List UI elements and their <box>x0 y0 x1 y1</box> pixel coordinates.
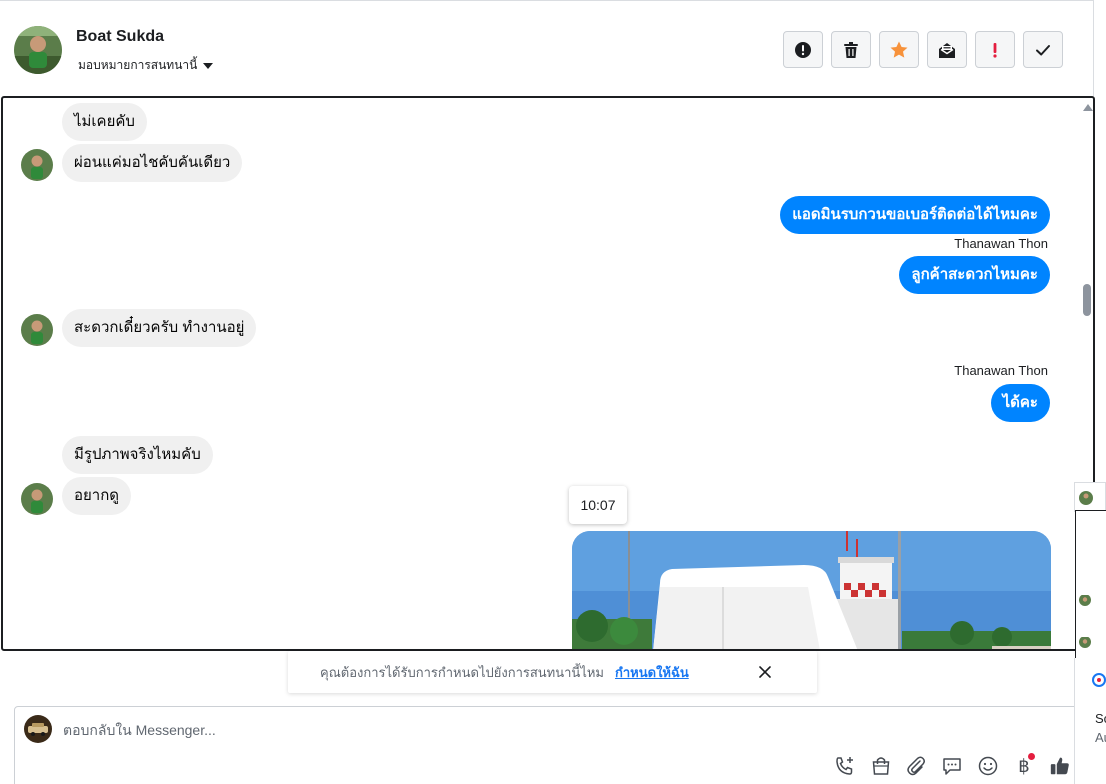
incoming-message[interactable]: ผ่อนแค่มอไชคับคันเดียว <box>62 144 243 182</box>
star-icon <box>890 41 908 58</box>
side-popup-header[interactable] <box>1074 482 1106 512</box>
mark-done-button[interactable] <box>1023 31 1063 68</box>
reply-input[interactable] <box>63 719 763 741</box>
sender-name: Thanawan Thon <box>954 363 1048 378</box>
incoming-message[interactable]: สะดวกเดี๋ยวครับ ทำงานอยู่ <box>62 309 257 347</box>
brand-logo-icon <box>1092 673 1106 687</box>
trash-icon <box>844 41 858 58</box>
side-popup-avatar <box>1079 636 1091 648</box>
smiley-icon <box>978 756 998 776</box>
outgoing-message[interactable]: ได้คะ <box>990 384 1050 422</box>
thumbs-up-icon <box>1050 757 1069 775</box>
exclamation-icon <box>993 42 997 58</box>
outgoing-message[interactable]: แอดมินรบกวนขอเบอร์ติดต่อได้ไหมคะ <box>780 196 1050 234</box>
chat-bubble-icon <box>943 758 961 775</box>
mark-spam-button[interactable] <box>975 31 1015 68</box>
side-popup-text: Au <box>1095 730 1106 745</box>
photo-attachment[interactable] <box>572 531 1051 649</box>
phone-plus-icon <box>836 757 853 775</box>
contact-message-avatar <box>21 149 53 181</box>
alert-circle-icon <box>795 41 811 58</box>
envelope-icon <box>939 42 955 58</box>
header-right-divider <box>1093 0 1094 96</box>
incoming-message[interactable]: ไม่เคยคับ <box>62 103 147 141</box>
close-banner-button[interactable] <box>756 663 774 681</box>
scrollbar-thumb[interactable] <box>1083 284 1091 316</box>
saved-replies-button[interactable] <box>941 755 963 777</box>
shop-button[interactable] <box>870 755 892 777</box>
paperclip-icon <box>907 756 925 776</box>
close-icon <box>759 666 771 678</box>
assign-prompt-banner: คุณต้องการได้รับการกำหนดไปยังการสนทนานี้… <box>288 651 817 693</box>
outgoing-message[interactable]: ลูกค้าสะดวกไหมคะ <box>899 256 1050 294</box>
report-button[interactable] <box>783 31 823 68</box>
incoming-message[interactable]: อยากดู <box>62 477 132 515</box>
contact-message-avatar <box>21 483 53 515</box>
assign-to-me-link[interactable]: กำหนดให้ฉัน <box>615 662 689 683</box>
star-button[interactable] <box>879 31 919 68</box>
side-popup-avatar <box>1079 594 1091 606</box>
mark-unread-button[interactable] <box>927 31 967 68</box>
caret-down-icon <box>203 63 214 69</box>
side-popup-panel <box>1075 510 1106 658</box>
conversation-view: Boat Sukda มอบหมายการสนทนานี้ ไม่เคยคับ … <box>0 0 1106 784</box>
side-popup-lower: Scr Au <box>1074 658 1106 784</box>
sender-name: Thanawan Thon <box>954 236 1048 251</box>
side-popup-text: Scr <box>1095 711 1106 726</box>
top-divider <box>0 0 1094 3</box>
assign-conversation-label: มอบหมายการสนทนานี้ <box>78 58 198 72</box>
incoming-message[interactable]: มีรูปภาพจริงไหมคับ <box>62 436 213 474</box>
contact-avatar[interactable] <box>14 26 62 74</box>
checkmark-icon <box>1036 44 1050 55</box>
emoji-button[interactable] <box>977 755 999 777</box>
page-avatar <box>24 715 52 743</box>
side-popup-avatar <box>1079 491 1093 505</box>
shopping-bag-icon <box>872 757 890 775</box>
attach-button[interactable] <box>905 755 927 777</box>
call-button[interactable] <box>834 755 856 777</box>
reply-composer: ฿ <box>14 706 1094 784</box>
scroll-up-arrow-icon[interactable] <box>1083 104 1093 111</box>
delete-button[interactable] <box>831 31 871 68</box>
message-thread[interactable]: ไม่เคยคับ ผ่อนแค่มอไชคับคันเดียว แอดมินร… <box>1 96 1095 651</box>
side-popup-partial: Scr Au <box>1070 478 1106 784</box>
notification-dot <box>1028 753 1035 760</box>
contact-message-avatar <box>21 314 53 346</box>
contact-name[interactable]: Boat Sukda <box>76 28 164 46</box>
payment-button[interactable]: ฿ <box>1013 753 1035 777</box>
timestamp-tooltip: 10:07 <box>569 486 627 524</box>
assign-conversation-dropdown[interactable]: มอบหมายการสนทนานี้ <box>78 56 214 75</box>
like-button[interactable] <box>1049 755 1071 777</box>
assign-prompt-text: คุณต้องการได้รับการกำหนดไปยังการสนทนานี้… <box>320 665 604 680</box>
